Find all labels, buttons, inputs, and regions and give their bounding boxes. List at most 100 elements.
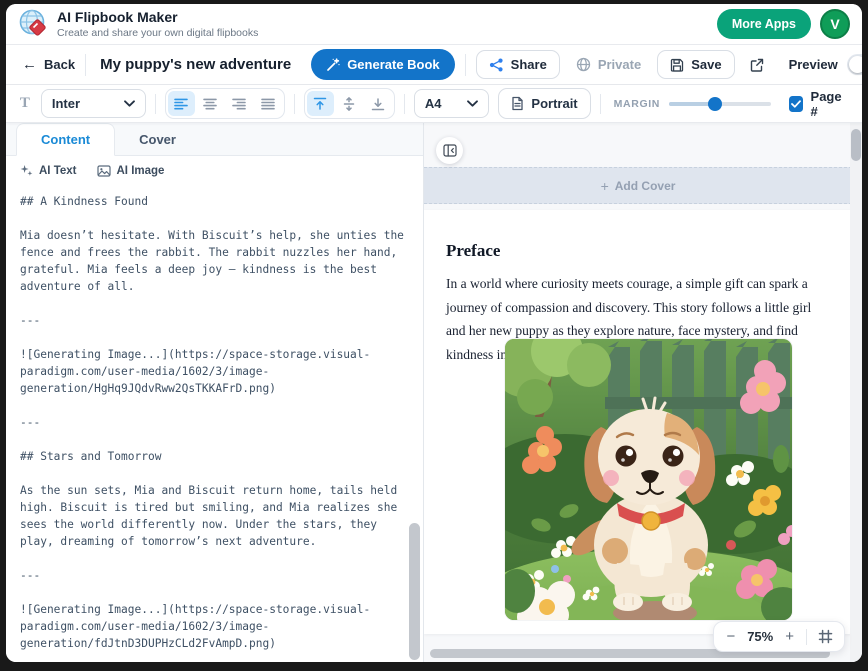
preview-scrollbar-track bbox=[850, 123, 862, 662]
preview-label: Preview bbox=[789, 57, 838, 72]
divider bbox=[404, 94, 405, 114]
tab-content[interactable]: Content bbox=[16, 123, 115, 156]
collapse-panel-icon bbox=[443, 144, 457, 157]
app-logo-icon bbox=[18, 9, 48, 39]
preview-group: Preview bbox=[789, 54, 862, 75]
valign-top-button[interactable] bbox=[307, 91, 334, 116]
page-number-group: Page # bbox=[789, 89, 846, 119]
share-icon bbox=[489, 58, 504, 72]
puppy-image bbox=[505, 339, 792, 620]
chevron-down-icon bbox=[124, 100, 135, 107]
fit-to-frame-button[interactable] bbox=[818, 629, 833, 644]
divider bbox=[600, 94, 601, 114]
back-label: Back bbox=[44, 57, 75, 72]
main-area: Content Cover AI Text bbox=[6, 123, 862, 662]
valign-middle-icon bbox=[342, 97, 356, 111]
avatar[interactable]: V bbox=[820, 9, 850, 39]
align-right-icon bbox=[232, 98, 246, 110]
add-cover-label: Add Cover bbox=[615, 179, 676, 193]
save-icon bbox=[670, 58, 684, 72]
app-window: AI Flipbook Maker Create and share your … bbox=[6, 4, 862, 662]
app-header: AI Flipbook Maker Create and share your … bbox=[6, 4, 862, 45]
zoom-in-button[interactable]: + bbox=[784, 629, 795, 644]
page-size-value: A4 bbox=[425, 96, 442, 111]
check-icon bbox=[791, 100, 801, 108]
format-toolbar: T Inter bbox=[6, 85, 862, 123]
zoom-controls: − 75% + bbox=[713, 621, 845, 652]
tab-cover[interactable]: Cover bbox=[115, 124, 200, 155]
back-arrow-icon: ← bbox=[22, 57, 37, 72]
editor-panel: Content Cover AI Text bbox=[6, 123, 424, 662]
editor-tabs: Content Cover bbox=[6, 123, 423, 156]
divider bbox=[806, 629, 807, 645]
divider bbox=[155, 94, 156, 114]
magic-wand-icon bbox=[326, 58, 340, 72]
ai-text-label: AI Text bbox=[39, 165, 77, 177]
font-family-value: Inter bbox=[52, 96, 80, 111]
preview-panel: + Add Cover Preface In a world where cur… bbox=[424, 123, 862, 662]
markdown-editor[interactable]: ## A Kindness Found Mia doesn’t hesitate… bbox=[6, 185, 423, 662]
align-left-icon bbox=[174, 98, 188, 110]
more-apps-button[interactable]: More Apps bbox=[717, 9, 811, 39]
align-left-button[interactable] bbox=[168, 91, 195, 116]
typography-icon: T bbox=[18, 95, 32, 112]
generate-book-button[interactable]: Generate Book bbox=[311, 49, 454, 80]
vertical-align-group bbox=[304, 88, 395, 119]
page-heading: Preface bbox=[446, 241, 852, 261]
image-icon bbox=[97, 165, 111, 177]
collapse-panel-button[interactable] bbox=[436, 137, 463, 164]
page-number-checkbox[interactable] bbox=[789, 96, 803, 112]
add-cover-button[interactable]: + Add Cover bbox=[424, 167, 852, 204]
plus-icon: + bbox=[601, 179, 609, 193]
text-align-group bbox=[165, 88, 285, 119]
external-link-icon bbox=[749, 57, 765, 73]
header-right: More Apps V bbox=[717, 9, 850, 39]
private-label: Private bbox=[598, 57, 641, 72]
app-subtitle: Create and share your own digital flipbo… bbox=[57, 27, 258, 39]
zoom-out-button[interactable]: − bbox=[725, 629, 736, 644]
back-button[interactable]: ← Back bbox=[22, 57, 75, 72]
divider bbox=[85, 54, 86, 76]
share-button[interactable]: Share bbox=[476, 50, 560, 79]
page-size-select[interactable]: A4 bbox=[414, 89, 490, 118]
margin-slider[interactable] bbox=[669, 97, 771, 111]
font-family-select[interactable]: Inter bbox=[41, 89, 146, 118]
app-title-block: AI Flipbook Maker Create and share your … bbox=[57, 10, 258, 39]
margin-label: MARGIN bbox=[614, 98, 660, 110]
zoom-level: 75% bbox=[747, 629, 773, 644]
ai-text-button[interactable]: AI Text bbox=[20, 164, 77, 177]
share-label: Share bbox=[511, 57, 547, 72]
divider bbox=[465, 54, 466, 76]
preview-scrollbar[interactable] bbox=[851, 129, 861, 161]
preview-page: Preface In a world where curiosity meets… bbox=[424, 210, 852, 634]
chevron-down-icon bbox=[467, 100, 478, 107]
editor-scrollbar[interactable] bbox=[409, 523, 420, 660]
align-center-icon bbox=[203, 98, 217, 110]
save-label: Save bbox=[691, 57, 721, 72]
app-title: AI Flipbook Maker bbox=[57, 10, 258, 25]
page-number-label: Page # bbox=[811, 89, 846, 119]
slider-thumb[interactable] bbox=[708, 97, 722, 111]
align-right-button[interactable] bbox=[226, 91, 253, 116]
ai-image-button[interactable]: AI Image bbox=[97, 165, 165, 177]
frame-icon bbox=[818, 629, 833, 644]
orientation-button[interactable]: Portrait bbox=[498, 88, 590, 119]
divider bbox=[294, 94, 295, 114]
toggle-knob bbox=[849, 56, 862, 73]
generate-book-label: Generate Book bbox=[347, 57, 439, 72]
open-external-button[interactable] bbox=[745, 53, 769, 77]
sparkles-icon bbox=[20, 164, 33, 177]
ai-image-label: AI Image bbox=[117, 165, 165, 177]
private-button[interactable]: Private bbox=[570, 51, 647, 78]
align-justify-button[interactable] bbox=[255, 91, 282, 116]
valign-middle-button[interactable] bbox=[336, 91, 363, 116]
document-icon bbox=[511, 96, 524, 111]
align-center-button[interactable] bbox=[197, 91, 224, 116]
preview-toggle[interactable] bbox=[847, 54, 862, 75]
document-title: My puppy's new adventure bbox=[100, 56, 291, 73]
valign-bottom-icon bbox=[371, 97, 385, 111]
save-button[interactable]: Save bbox=[657, 50, 734, 79]
globe-icon bbox=[576, 57, 591, 72]
valign-bottom-button[interactable] bbox=[365, 91, 392, 116]
valign-top-icon bbox=[313, 97, 327, 111]
